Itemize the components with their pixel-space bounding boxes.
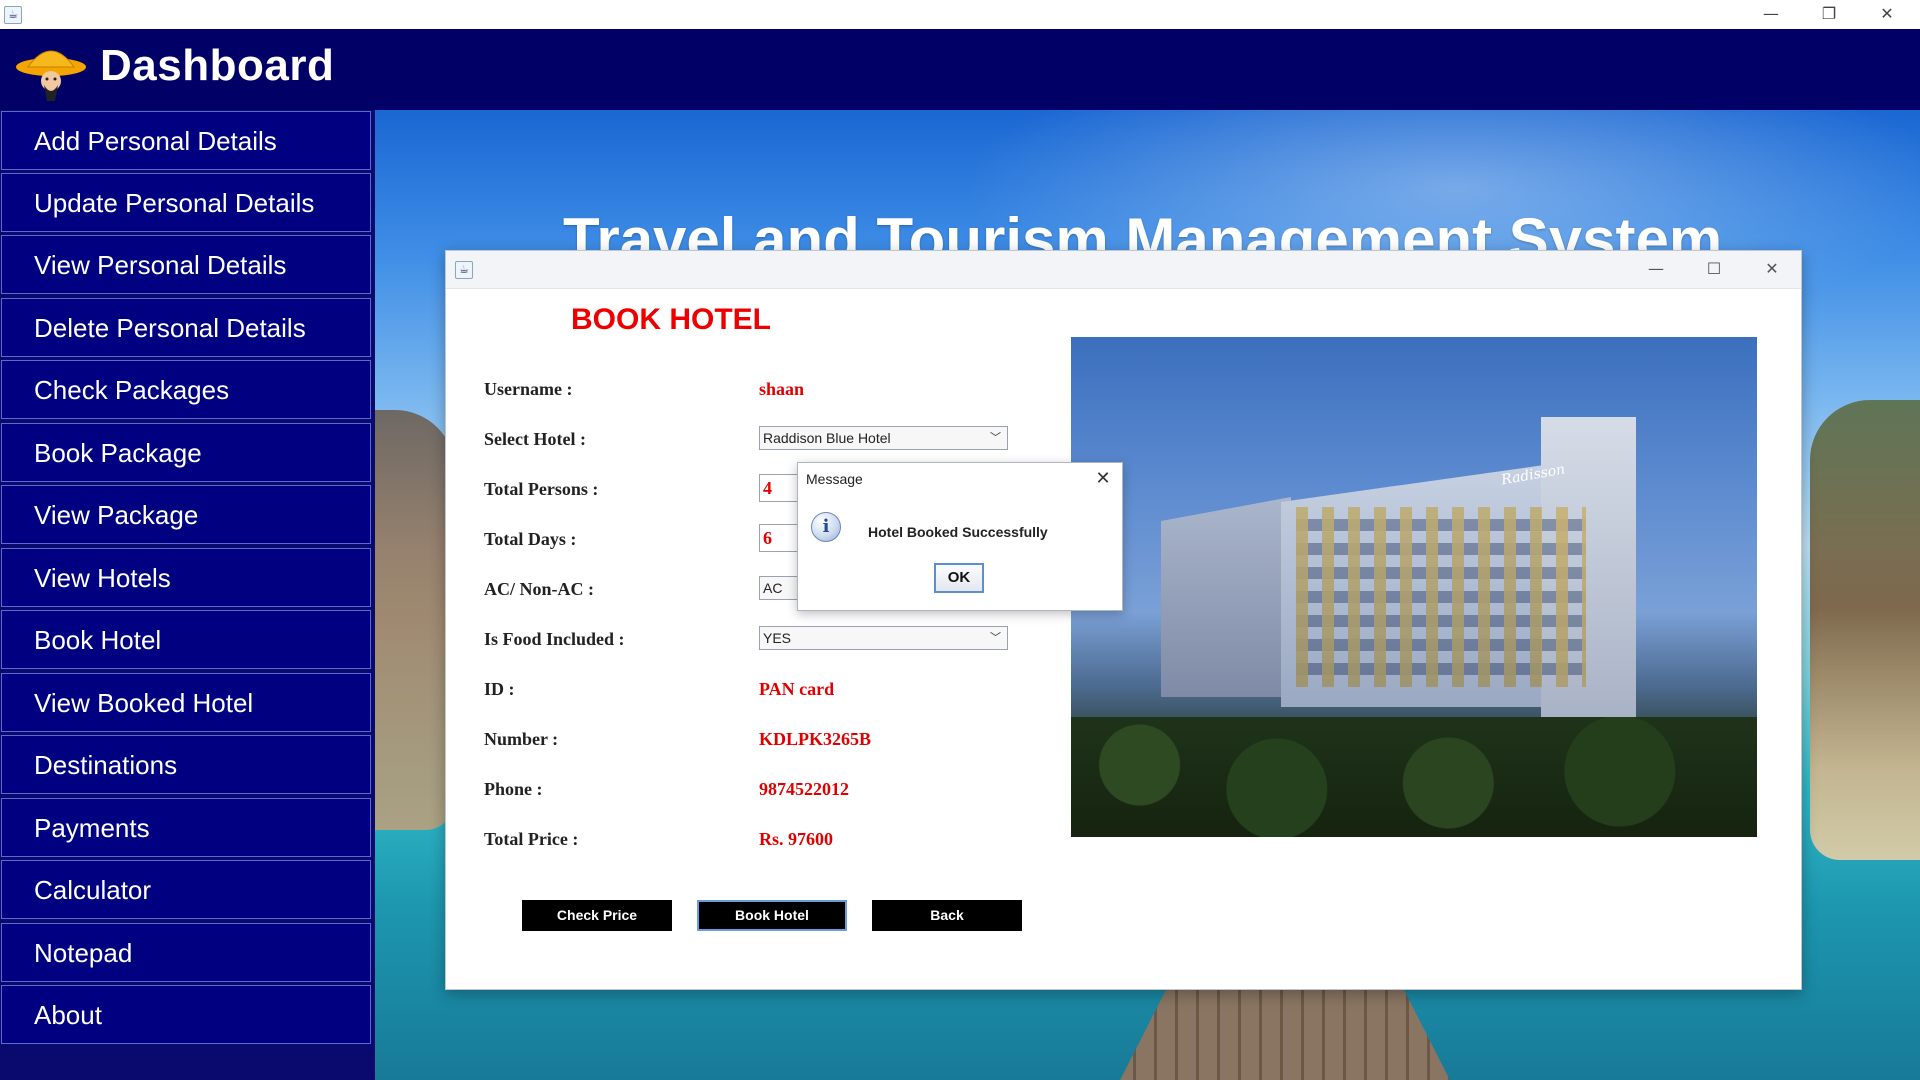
close-button[interactable]: ✕ [1858,0,1916,29]
total-days-label: Total Days : [484,529,577,549]
maximize-button[interactable]: ☐ [1685,251,1743,288]
restore-button[interactable]: ❐ [1800,0,1858,29]
username-value: shaan [759,379,805,399]
chevron-down-icon: ﹀ [990,432,1001,444]
hotel-photo: Radisson [1071,337,1757,837]
sidebar-item-destinations[interactable]: Destinations [1,735,371,794]
sidebar-item-view-hotels[interactable]: View Hotels [1,548,371,607]
food-select[interactable]: YES ﹀ [759,626,1008,650]
sidebar-item-view-package[interactable]: View Package [1,485,371,544]
phone-value: 9874522012 [759,779,849,799]
form-heading: BOOK HOTEL [571,303,771,336]
select-hotel-label: Select Hotel : [484,429,586,449]
ac-select-value: AC [763,580,783,596]
sidebar-item-delete-personal-details[interactable]: Delete Personal Details [1,298,371,357]
background-island-right [1810,400,1920,860]
number-label: Number : [484,729,559,749]
sidebar-item-book-hotel[interactable]: Book Hotel [1,610,371,669]
sidebar-item-add-personal-details[interactable]: Add Personal Details [1,111,371,170]
sidebar-item-book-package[interactable]: Book Package [1,423,371,482]
food-label: Is Food Included : [484,629,625,649]
minimize-button[interactable]: — [1627,251,1685,288]
window-titlebar: ☕ — ❐ ✕ [0,0,1920,30]
ok-button[interactable]: OK [934,563,984,593]
sidebar-item-notepad[interactable]: Notepad [1,923,371,982]
hotel-select-value: Raddison Blue Hotel [763,430,891,446]
close-button[interactable]: ✕ [1743,251,1801,288]
sidebar-item-update-personal-details[interactable]: Update Personal Details [1,173,371,232]
chevron-down-icon: ﹀ [990,632,1001,644]
sidebar-item-payments[interactable]: Payments [1,798,371,857]
message-text: Hotel Booked Successfully [868,524,1048,540]
total-persons-label: Total Persons : [484,479,599,499]
dashboard-header: Dashboard [0,29,1920,110]
sidebar-item-view-booked-hotel[interactable]: View Booked Hotel [1,673,371,732]
id-value: PAN card [759,679,835,699]
book-hotel-window: ☕ — ☐ ✕ BOOK HOTEL Username : shaan Sele… [445,250,1802,990]
java-app-icon: ☕ [455,261,473,279]
close-icon[interactable]: ✕ [1084,463,1122,497]
java-app-icon: ☕ [4,6,22,24]
id-label: ID : [484,679,515,699]
sidebar-item-calculator[interactable]: Calculator [1,860,371,919]
sidebar-item-view-personal-details[interactable]: View Personal Details [1,235,371,294]
total-price-value: Rs. 97600 [759,829,834,849]
background-pier [1115,990,1455,1080]
username-label: Username : [484,379,573,399]
hotel-trees [1071,717,1757,837]
ac-label: AC/ Non-AC : [484,579,594,599]
back-button[interactable]: Back [872,900,1022,931]
traveler-hat-icon [16,50,86,101]
total-price-label: Total Price : [484,829,579,849]
book-hotel-button[interactable]: Book Hotel [697,900,847,931]
background-island-left [375,410,455,830]
hotel-building-wing [1161,497,1291,697]
minimize-button[interactable]: — [1742,0,1800,29]
food-select-value: YES [763,630,792,646]
message-dialog: Message ✕ i Hotel Booked Successfully OK [797,462,1123,611]
hotel-select[interactable]: Raddison Blue Hotel ﹀ [759,426,1008,450]
message-dialog-title: Message [806,471,863,487]
phone-label: Phone : [484,779,543,799]
hotel-windows [1296,507,1586,687]
sidebar: Add Personal Details Update Personal Det… [0,110,375,1080]
book-hotel-titlebar: ☕ — ☐ ✕ [446,251,1801,289]
sidebar-item-about[interactable]: About [1,985,371,1044]
info-icon: i [811,512,841,542]
dashboard-title: Dashboard [100,41,335,90]
sidebar-item-check-packages[interactable]: Check Packages [1,360,371,419]
check-price-button[interactable]: Check Price [522,900,672,931]
number-value: KDLPK3265B [759,729,872,749]
